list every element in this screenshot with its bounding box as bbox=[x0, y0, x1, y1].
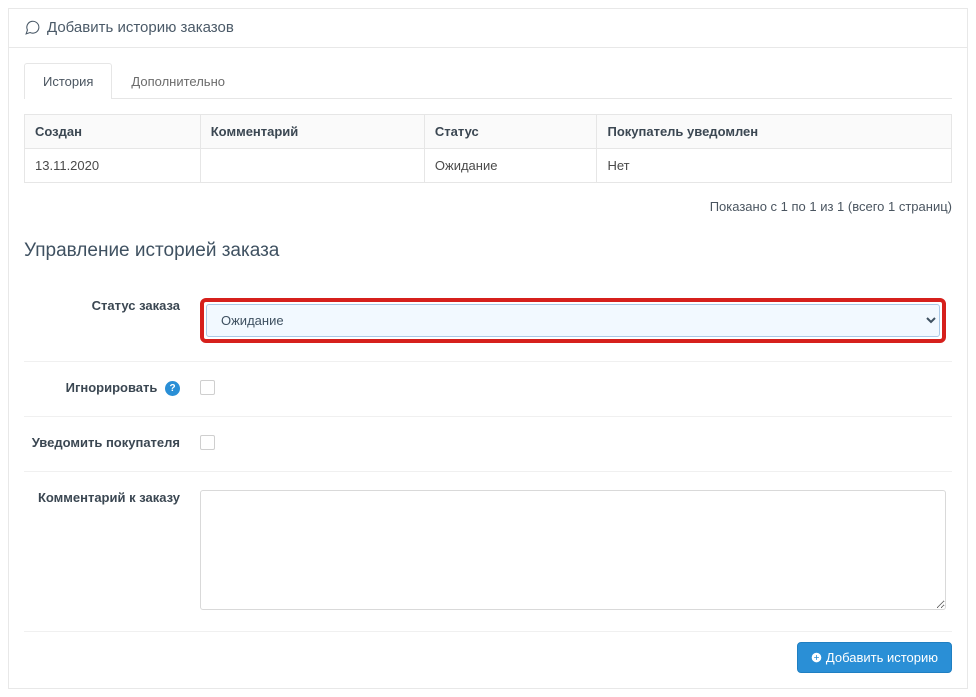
speech-bubble-icon bbox=[24, 19, 41, 37]
tab-history[interactable]: История bbox=[24, 63, 112, 99]
help-icon[interactable]: ? bbox=[165, 381, 180, 396]
add-history-label: Добавить историю bbox=[826, 650, 938, 665]
status-highlight: Ожидание bbox=[200, 298, 946, 343]
cell-created: 13.11.2020 bbox=[25, 149, 201, 183]
tab-additional[interactable]: Дополнительно bbox=[112, 63, 244, 99]
section-title: Управление историей заказа bbox=[24, 240, 952, 262]
table-row: 13.11.2020 Ожидание Нет bbox=[25, 149, 952, 183]
comment-textarea[interactable] bbox=[200, 490, 946, 610]
label-ignore: Игнорировать bbox=[66, 380, 158, 395]
col-comment: Комментарий bbox=[200, 115, 424, 149]
order-history-panel: Добавить историю заказов История Дополни… bbox=[8, 8, 968, 689]
panel-body: История Дополнительно Создан Комментарий… bbox=[9, 48, 967, 688]
label-notify: Уведомить покупателя bbox=[24, 417, 194, 471]
button-row: Добавить историю bbox=[24, 632, 952, 673]
pagination-info: Показано с 1 по 1 из 1 (всего 1 страниц) bbox=[24, 193, 952, 218]
col-created: Создан bbox=[25, 115, 201, 149]
row-ignore: Игнорировать ? bbox=[24, 362, 952, 417]
notify-checkbox[interactable] bbox=[200, 435, 215, 450]
cell-notified: Нет bbox=[597, 149, 952, 183]
col-status: Статус bbox=[424, 115, 597, 149]
history-table: Создан Комментарий Статус Покупатель уве… bbox=[24, 114, 952, 183]
panel-title: Добавить историю заказов bbox=[47, 19, 234, 36]
label-comment: Комментарий к заказу bbox=[24, 472, 194, 631]
cell-status: Ожидание bbox=[424, 149, 597, 183]
table-header-row: Создан Комментарий Статус Покупатель уве… bbox=[25, 115, 952, 149]
cell-comment bbox=[200, 149, 424, 183]
add-history-button[interactable]: Добавить историю bbox=[797, 642, 952, 673]
tabs: История Дополнительно bbox=[24, 63, 952, 99]
col-notified: Покупатель уведомлен bbox=[597, 115, 952, 149]
ignore-checkbox[interactable] bbox=[200, 380, 215, 395]
row-notify: Уведомить покупателя bbox=[24, 417, 952, 472]
label-status: Статус заказа bbox=[24, 280, 194, 361]
row-comment: Комментарий к заказу bbox=[24, 472, 952, 632]
plus-icon bbox=[811, 650, 822, 665]
order-status-select[interactable]: Ожидание bbox=[206, 304, 940, 337]
panel-heading: Добавить историю заказов bbox=[9, 9, 967, 48]
row-status: Статус заказа Ожидание bbox=[24, 280, 952, 362]
